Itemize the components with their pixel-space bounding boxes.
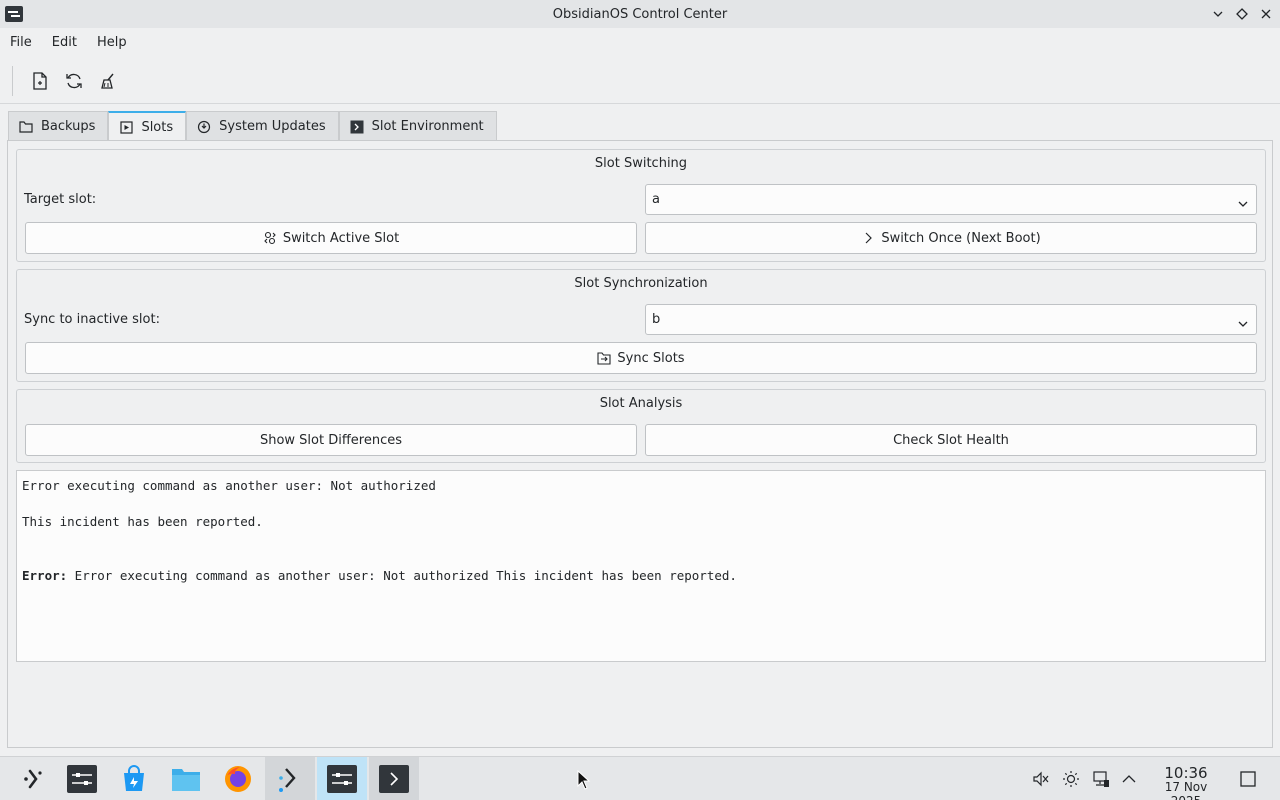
chevron-down-icon [1236, 193, 1250, 207]
tab-slots[interactable]: Slots [108, 111, 187, 142]
terminal-taskbar-icon[interactable] [369, 757, 419, 800]
button-label: Show Slot Differences [259, 432, 403, 448]
target-slot-select[interactable]: a [645, 184, 1257, 215]
toolbar [0, 58, 1280, 104]
menu-file[interactable]: File [0, 28, 42, 58]
taskbar [0, 756, 1280, 800]
menu-edit[interactable]: Edit [42, 28, 87, 58]
software-store-icon[interactable] [109, 757, 159, 800]
group-title: Slot Synchronization [574, 276, 708, 291]
chevron-down-icon [1236, 313, 1250, 327]
new-document-icon[interactable] [23, 64, 57, 98]
maximize-icon[interactable] [1234, 4, 1250, 24]
slot-icon [119, 121, 133, 135]
chevron-up-icon[interactable] [1119, 769, 1139, 789]
tab-backups[interactable]: Backups [8, 111, 109, 141]
sync-slots-button[interactable]: Sync Slots [25, 342, 1257, 374]
chevron-right-icon [861, 231, 875, 245]
sync-slot-label: Sync to inactive slot: [24, 312, 160, 327]
title-bar: ObsidianOS Control Center [0, 0, 1280, 28]
show-slot-differences-button[interactable]: Show Slot Differences [25, 424, 637, 456]
slots-panel: Slot Switching Target slot: a Switch Act… [7, 140, 1273, 748]
group-title: Slot Switching [594, 156, 688, 171]
tab-bar: Backups Slots System Updates Slot Enviro… [8, 111, 497, 142]
app-icon [5, 6, 23, 22]
show-desktop-icon[interactable] [1238, 769, 1258, 789]
refresh-icon[interactable] [57, 64, 91, 98]
slot-switching-group: Slot Switching Target slot: a Switch Act… [16, 149, 1266, 262]
close-icon[interactable] [1258, 4, 1274, 24]
tab-slot-environment[interactable]: Slot Environment [338, 111, 497, 141]
tab-label: Backups [41, 119, 96, 134]
file-manager-icon[interactable] [161, 757, 211, 800]
switch-once-button[interactable]: Switch Once (Next Boot) [645, 222, 1257, 254]
menu-bar: File Edit Help [0, 28, 1280, 58]
volume-muted-icon[interactable] [1031, 769, 1051, 789]
check-slot-health-button[interactable]: Check Slot Health [645, 424, 1257, 456]
output-line: Error executing command as another user:… [22, 478, 436, 493]
slot-analysis-group: Slot Analysis Show Slot Differences Chec… [16, 389, 1266, 463]
error-text: Error executing command as another user:… [67, 568, 737, 583]
sync-slot-select[interactable]: b [645, 304, 1257, 335]
app-launcher-icon[interactable] [8, 757, 58, 800]
network-icon[interactable] [1091, 769, 1111, 789]
window-title: ObsidianOS Control Center [552, 6, 728, 22]
target-slot-label: Target slot: [24, 192, 97, 207]
output-line: This incident has been reported. [22, 514, 263, 529]
system-settings-taskbar-icon[interactable] [265, 757, 315, 800]
menu-help[interactable]: Help [87, 28, 137, 58]
clock-date[interactable]: 17 Nov 2025 [1148, 780, 1224, 800]
button-label: Switch Active Slot [282, 230, 400, 246]
tab-system-updates[interactable]: System Updates [186, 111, 339, 141]
tab-label: System Updates [219, 119, 326, 134]
control-center-launcher-icon[interactable] [57, 757, 107, 800]
brightness-icon[interactable] [1061, 769, 1081, 789]
clean-icon[interactable] [91, 64, 125, 98]
folder-sync-icon [597, 351, 611, 365]
tab-label: Slot Environment [371, 119, 484, 134]
sync-slot-value: b [652, 312, 661, 327]
switch-active-slot-button[interactable]: Switch Active Slot [25, 222, 637, 254]
output-error-line: Error: Error executing command as anothe… [22, 568, 737, 583]
firefox-icon[interactable] [213, 757, 263, 800]
mouse-cursor-icon [577, 770, 591, 790]
toolbar-separator [12, 65, 13, 96]
button-label: Sync Slots [617, 350, 685, 366]
switch-icon [263, 231, 277, 245]
output-log[interactable]: Error executing command as another user:… [16, 470, 1266, 662]
terminal-icon [350, 120, 364, 134]
update-icon [197, 120, 211, 134]
button-label: Check Slot Health [893, 432, 1009, 448]
window-controls [1210, 4, 1274, 24]
button-label: Switch Once (Next Boot) [881, 230, 1041, 246]
target-slot-value: a [652, 192, 660, 207]
slot-sync-group: Slot Synchronization Sync to inactive sl… [16, 269, 1266, 382]
control-center-taskbar-icon[interactable] [317, 757, 367, 800]
folder-icon [19, 120, 33, 134]
minimize-icon[interactable] [1210, 4, 1226, 24]
group-title: Slot Analysis [599, 396, 683, 411]
tab-label: Slots [141, 120, 174, 135]
error-prefix: Error: [22, 568, 68, 583]
